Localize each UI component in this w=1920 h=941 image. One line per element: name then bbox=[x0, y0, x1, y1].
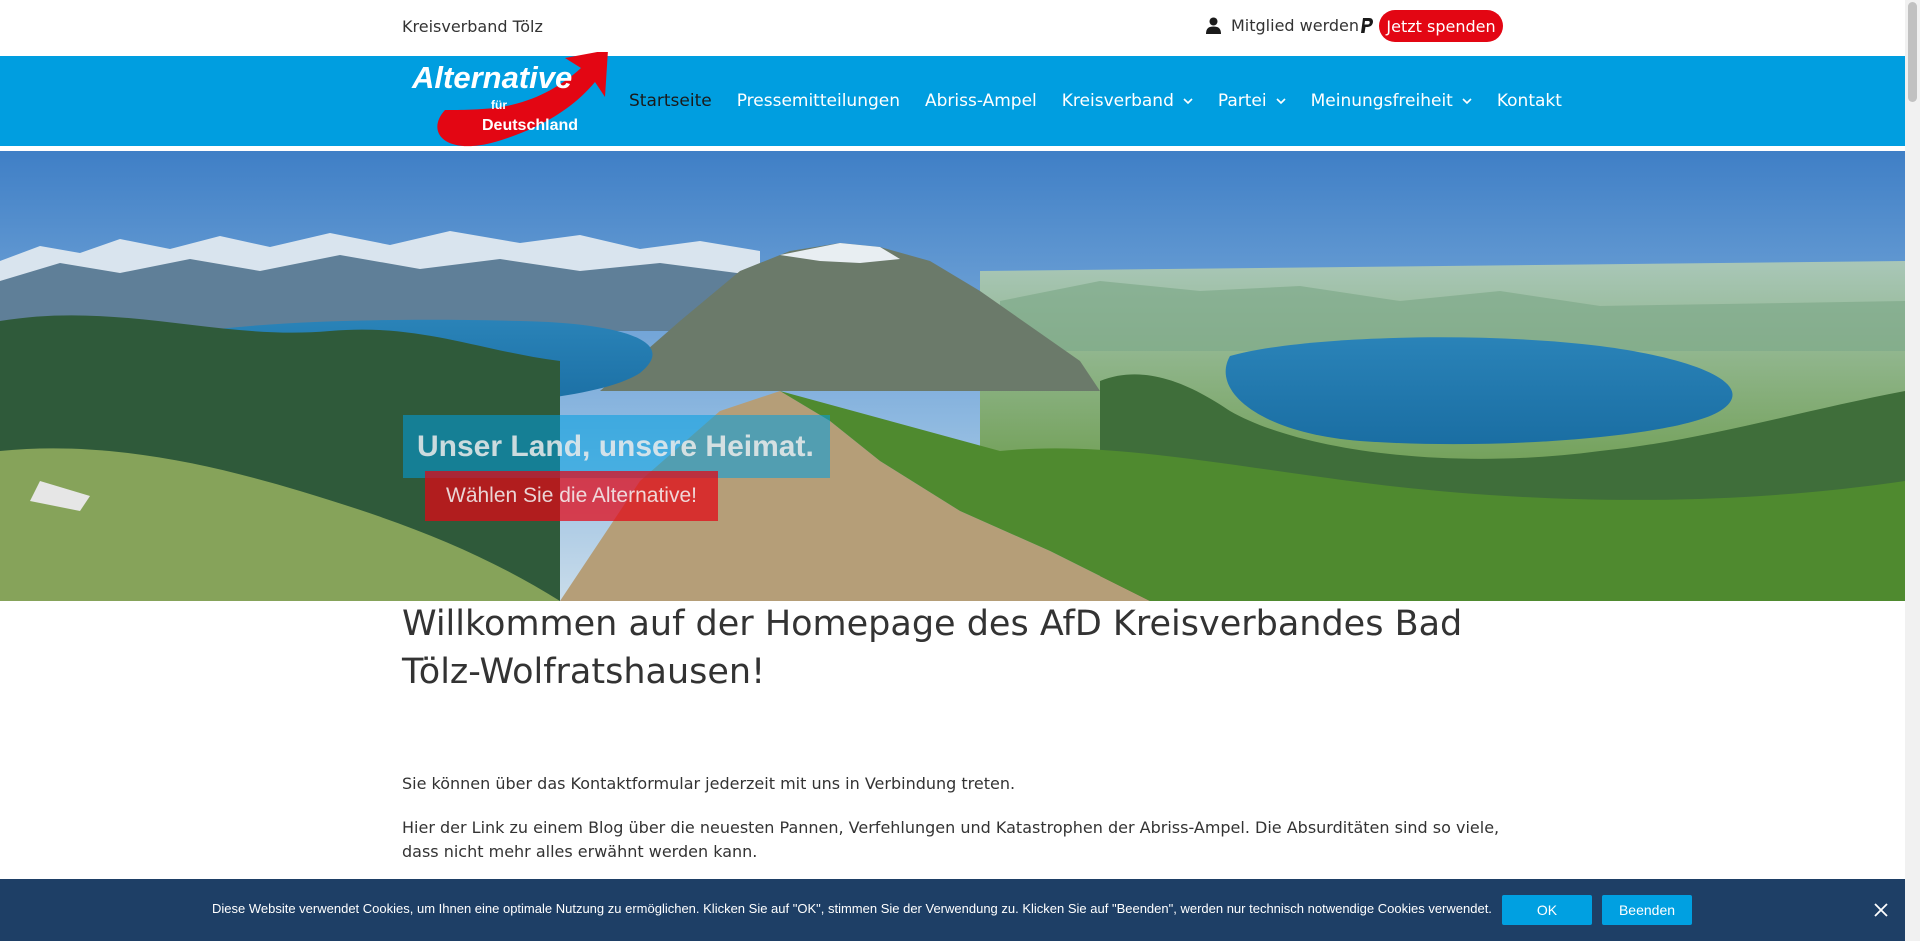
nav-item-label: Partei bbox=[1217, 91, 1267, 111]
become-member-label: Mitglied werden bbox=[1231, 16, 1360, 35]
become-member-link[interactable]: Mitglied werden bbox=[1206, 16, 1359, 35]
cookie-ok-button[interactable]: OK bbox=[1502, 895, 1592, 925]
nav-item-startseite[interactable]: Startseite bbox=[629, 91, 712, 111]
hero-headline-text: Unser Land, unsere Heimat. bbox=[417, 429, 814, 463]
mountain-lake-panorama-image bbox=[0, 151, 1905, 601]
nav-item-meinungsfreiheit[interactable]: Meinungsfreiheit bbox=[1311, 91, 1472, 111]
chevron-down-icon bbox=[1183, 97, 1193, 104]
scrollbar-thumb[interactable] bbox=[1908, 2, 1917, 102]
contact-paragraph: Sie können über das Kontaktformular jede… bbox=[402, 774, 1016, 793]
logo-text-alternative: Alternative bbox=[411, 60, 572, 95]
user-icon bbox=[1206, 17, 1221, 34]
page-scrollbar[interactable] bbox=[1905, 0, 1920, 941]
paypal-icon bbox=[1361, 18, 1374, 33]
nav-item-label: Kreisverband bbox=[1061, 91, 1174, 111]
hero-subline-text: Wählen Sie die Alternative! bbox=[446, 484, 697, 507]
nav-item-label: Pressemitteilungen bbox=[736, 91, 900, 111]
cookie-end-button[interactable]: Beenden bbox=[1602, 895, 1692, 925]
blog-link-paragraph: Hier der Link zu einem Blog über die neu… bbox=[402, 818, 1500, 861]
logo-text-fuer: für bbox=[491, 98, 507, 112]
cookie-consent-text: Diese Website verwendet Cookies, um Ihne… bbox=[212, 901, 1492, 916]
main-navigation-bar: Alternative für Deutschland Startseite P… bbox=[0, 52, 1905, 147]
nav-item-kontakt[interactable]: Kontakt bbox=[1497, 91, 1562, 111]
nav-item-label: Meinungsfreiheit bbox=[1310, 91, 1453, 111]
nav-item-pressemitteilungen[interactable]: Pressemitteilungen bbox=[737, 91, 900, 111]
nav-item-partei[interactable]: Partei bbox=[1218, 91, 1286, 111]
afd-logo[interactable]: Alternative für Deutschland bbox=[405, 52, 610, 148]
hero-headline: Unser Land, unsere Heimat. bbox=[403, 415, 830, 478]
main-menu: Startseite Pressemitteilungen Abriss-Amp… bbox=[629, 56, 1587, 146]
site-name: Kreisverband Tölz bbox=[402, 17, 543, 36]
nav-item-kreisverband[interactable]: Kreisverband bbox=[1062, 91, 1193, 111]
logo-text-deutschland: Deutschland bbox=[482, 117, 578, 134]
close-icon[interactable] bbox=[1873, 902, 1889, 918]
nav-item-label: Startseite bbox=[629, 91, 712, 111]
donate-button[interactable]: Jetzt spenden bbox=[1379, 10, 1503, 42]
nav-item-label: Abriss-Ampel bbox=[925, 91, 1037, 111]
chevron-down-icon bbox=[1462, 97, 1472, 104]
nav-item-abriss-ampel[interactable]: Abriss-Ampel bbox=[925, 91, 1037, 111]
main-content: Willkommen auf der Homepage des AfD Krei… bbox=[402, 600, 1502, 861]
nav-item-label: Kontakt bbox=[1496, 91, 1562, 111]
hero-subline: Wählen Sie die Alternative! bbox=[425, 471, 718, 521]
top-bar: Kreisverband Tölz Mitglied werden Jetzt … bbox=[0, 0, 1905, 56]
chevron-down-icon bbox=[1276, 97, 1286, 104]
hero-banner: Unser Land, unsere Heimat. Wählen Sie di… bbox=[0, 151, 1905, 601]
page-title: Willkommen auf der Homepage des AfD Krei… bbox=[402, 604, 1463, 692]
cookie-consent-bar: Diese Website verwendet Cookies, um Ihne… bbox=[0, 879, 1905, 941]
